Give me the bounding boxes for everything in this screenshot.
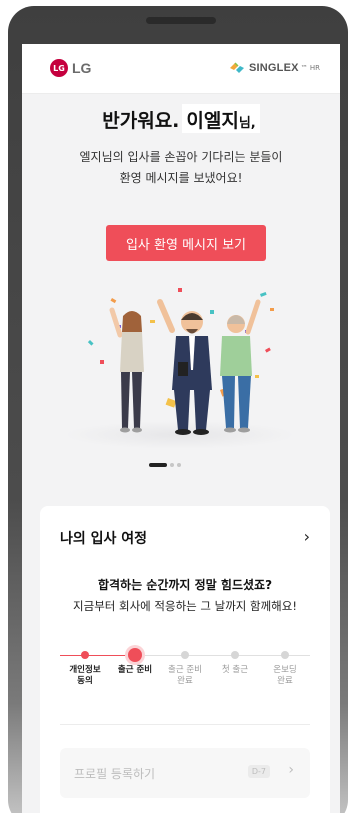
carousel-dot-2[interactable] xyxy=(170,463,174,467)
step-dot xyxy=(281,651,289,659)
chevron-right-icon: › xyxy=(288,762,294,778)
carousel-indicator xyxy=(149,463,181,467)
card-divider xyxy=(60,724,310,725)
task-deadline-badge: D-7 xyxy=(247,765,270,778)
step-dot-current xyxy=(128,648,142,662)
welcome-message-line1: 엘지님의 입사를 손꼽아 기다리는 분들이 xyxy=(79,150,283,164)
user-name: 이엘지 xyxy=(186,110,239,132)
journey-headline: 합격하는 순간까지 정말 힘드셨죠? xyxy=(97,578,273,592)
welcome-message-line2: 환영 메시지를 보냈어요! xyxy=(119,171,243,185)
step-label: 출근 준비 xyxy=(117,665,153,675)
celebration-illustration xyxy=(65,288,295,449)
carousel-dot-3[interactable] xyxy=(177,463,181,467)
person-man-center xyxy=(157,299,212,435)
name-highlight: 이엘지님, xyxy=(182,104,260,133)
journey-title[interactable]: 나의 입사 여정 xyxy=(60,528,147,548)
lg-logo-text: LG xyxy=(72,60,92,76)
singlex-logo-text: SINGLEX xyxy=(248,62,299,74)
greeting-text: 반가워요. xyxy=(102,110,180,132)
phone-speaker xyxy=(146,17,216,24)
person-man-right xyxy=(220,299,261,433)
journey-progress: 개인정보 동의 출근 준비 출근 준비 완료 첫 출근 온보딩 완료 xyxy=(60,640,310,690)
step-label: 온보딩 완료 xyxy=(273,665,297,686)
step-prepare-complete: 출근 준비 완료 xyxy=(160,640,210,687)
chevron-right-icon[interactable]: › xyxy=(304,527,310,546)
step-privacy-consent: 개인정보 동의 xyxy=(60,640,110,687)
step-dot xyxy=(181,651,189,659)
app-header: LG LG SINGLEX ™ HR xyxy=(22,44,340,94)
step-first-day: 첫 출근 xyxy=(210,640,260,676)
user-name-suffix: 님, xyxy=(238,116,256,131)
lg-logo[interactable]: LG LG xyxy=(50,59,91,77)
welcome-section: 반가워요. 이엘지님, 엘지님의 입사를 손꼽아 기다리는 분들이 환영 메시지… xyxy=(22,104,340,189)
singlex-logo-sub: ™ HR xyxy=(300,64,320,72)
step-label: 개인정보 동의 xyxy=(69,665,101,686)
greeting-line: 반가워요. 이엘지님, xyxy=(102,104,260,133)
step-onboarding-complete: 온보딩 완료 xyxy=(260,640,310,687)
journey-subline: 지금부터 회사에 적응하는 그 날까지 함께해요! xyxy=(73,599,297,613)
onboarding-journey-card: 나의 입사 여정 › 합격하는 순간까지 정말 힘드셨죠? 지금부터 회사에 적… xyxy=(40,506,330,813)
singlex-logo[interactable]: SINGLEX ™ HR xyxy=(228,61,320,75)
task-profile-registration[interactable]: 프로필 등록하기 D-7 › xyxy=(60,748,310,798)
singlex-logo-icon xyxy=(229,62,244,73)
lg-logo-icon: LG xyxy=(50,59,68,77)
step-dot xyxy=(231,651,239,659)
step-label: 출근 준비 완료 xyxy=(168,665,202,686)
person-woman xyxy=(109,307,144,433)
step-dot xyxy=(81,651,89,659)
carousel-dot-1[interactable] xyxy=(149,463,167,467)
task-label: 프로필 등록하기 xyxy=(74,767,156,781)
welcome-message: 엘지님의 입사를 손꼽아 기다리는 분들이 환영 메시지를 보냈어요! xyxy=(22,147,340,189)
step-prepare-commute: 출근 준비 xyxy=(110,640,160,676)
view-welcome-messages-button[interactable]: 입사 환영 메시지 보기 xyxy=(106,225,266,261)
step-label: 첫 출근 xyxy=(221,665,249,675)
